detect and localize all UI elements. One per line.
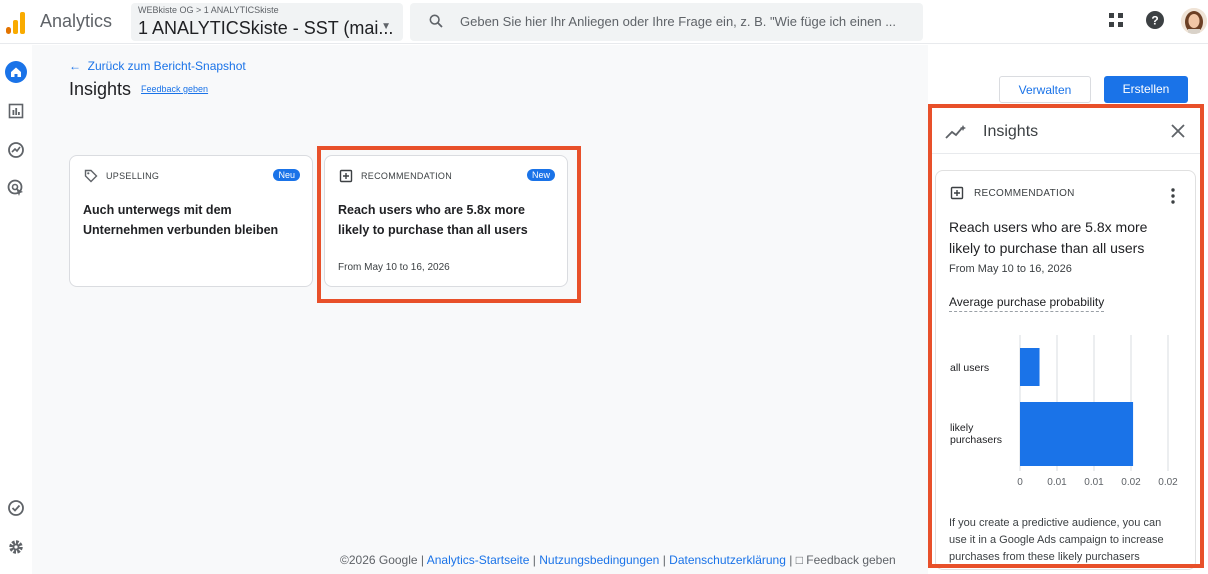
svg-text:?: ? <box>1151 14 1158 28</box>
search-icon <box>429 14 443 28</box>
reports-icon[interactable] <box>5 100 27 122</box>
app-title: Analytics <box>40 11 113 31</box>
property-selector[interactable]: WEBkiste OG > 1 ANALYTICSkiste 1 ANALYTI… <box>131 3 403 41</box>
card-text: Auch unterwegs mit dem Unternehmen verbu… <box>83 203 279 237</box>
settings-gear-icon[interactable] <box>5 536 27 558</box>
footer-feedback-link[interactable]: Feedback geben <box>806 553 895 567</box>
footer-link-privacy[interactable]: Datenschutzerklärung <box>669 553 786 567</box>
footer-separator: | <box>662 553 666 567</box>
tag-icon <box>84 169 98 183</box>
caret-down-icon: ▼ <box>381 21 391 32</box>
new-badge: Neu <box>273 169 300 181</box>
explore-icon[interactable] <box>5 139 27 161</box>
back-to-snapshot-link[interactable]: ← Zurück zum Bericht-Snapshot <box>69 59 246 73</box>
create-button[interactable]: Erstellen <box>1104 76 1188 103</box>
back-link-label: Zurück zum Bericht-Snapshot <box>87 59 246 73</box>
feedback-link[interactable]: Feedback geben <box>141 84 208 94</box>
left-nav <box>0 45 32 574</box>
admin-check-icon[interactable] <box>5 497 27 519</box>
property-breadcrumb: WEBkiste OG > 1 ANALYTICSkiste <box>138 5 279 15</box>
footer-link-home[interactable]: Analytics-Startseite <box>427 553 530 567</box>
footer-separator: | <box>789 553 793 567</box>
highlight-frame <box>317 146 581 303</box>
highlight-frame <box>928 104 1204 568</box>
avatar[interactable] <box>1181 8 1207 34</box>
insight-card-upselling[interactable]: UPSELLING Neu Auch unterwegs mit dem Unt… <box>69 155 313 287</box>
help-icon[interactable]: ? <box>1146 11 1164 29</box>
search-placeholder: Geben Sie hier Ihr Anliegen oder Ihre Fr… <box>460 14 897 29</box>
page-title: Insights <box>69 79 132 99</box>
search-input[interactable]: Geben Sie hier Ihr Anliegen oder Ihre Fr… <box>410 3 923 41</box>
top-bar: Analytics WEBkiste OG > 1 ANALYTICSkiste… <box>0 0 1208 44</box>
footer: ©2026 Google | Analytics-Startseite | Nu… <box>340 553 896 567</box>
footer-separator: | <box>532 553 536 567</box>
footer-link-terms[interactable]: Nutzungsbedingungen <box>539 553 659 567</box>
property-name: 1 ANALYTICSkiste - SST (mai... <box>138 18 394 38</box>
manage-button[interactable]: Verwalten <box>999 76 1091 103</box>
analytics-logo-icon[interactable] <box>6 10 26 34</box>
apps-grid-icon[interactable] <box>1107 11 1125 29</box>
footer-separator: | <box>420 553 425 567</box>
feedback-icon: □ <box>795 553 803 567</box>
insights-panel: Insights RECOMMENDATION Reach users who … <box>928 104 1204 570</box>
home-icon[interactable] <box>5 61 27 83</box>
advertising-icon[interactable] <box>5 177 27 199</box>
arrow-back-icon: ← <box>69 59 88 73</box>
footer-copyright: ©2026 Google <box>340 553 418 567</box>
card-type-label: UPSELLING <box>106 171 160 181</box>
main-content: ← Zurück zum Bericht-Snapshot Insights F… <box>32 45 928 574</box>
